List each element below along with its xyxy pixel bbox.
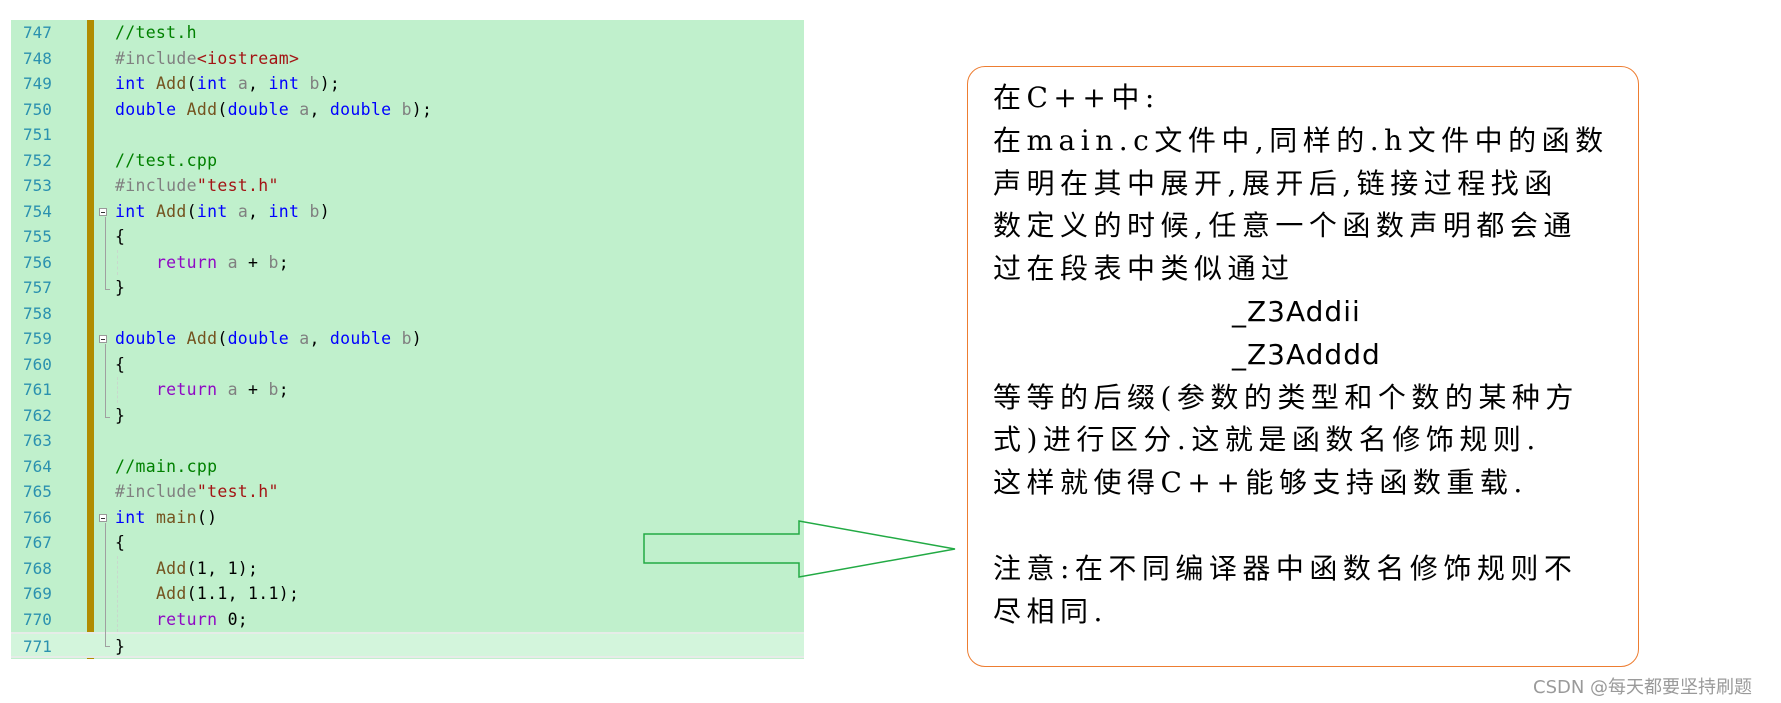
right-arrow-icon	[643, 520, 956, 578]
mangled-name: _Z3Adddd	[1232, 337, 1381, 371]
callout-line: 这样就使得C++能够支持函数重载.	[993, 466, 1528, 500]
callout-line: 注意:在不同编译器中函数名修饰规则不	[993, 551, 1578, 585]
callout-line: 过在段表中类似通过	[993, 252, 1295, 286]
csdn-watermark: CSDN @每天都要坚持刷题	[1533, 677, 1753, 698]
callout-line: 在main.c文件中,同样的.h文件中的函数	[993, 123, 1609, 157]
explanation-callout: 在C++中: 在main.c文件中,同样的.h文件中的函数 声明在其中展开,展开后,…	[967, 66, 1639, 667]
mangled-name: _Z3Addii	[1232, 295, 1361, 328]
callout-line: 声明在其中展开,展开后,链接过程找函	[993, 166, 1558, 200]
callout-line: 在C++中:	[993, 81, 1160, 114]
callout-line: 数定义的时候,任意一个函数声明都会通	[993, 209, 1577, 243]
callout-line: 式)进行区分.这就是函数名修饰规则.	[993, 423, 1541, 457]
callout-line: 等等的后缀(参数的类型和个数的某种方	[993, 380, 1579, 414]
callout-line: 尽相同.	[993, 594, 1108, 628]
